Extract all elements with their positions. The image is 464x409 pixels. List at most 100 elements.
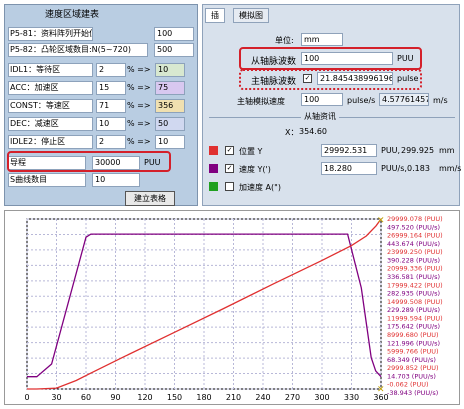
position-checkbox[interactable]: ✓ bbox=[225, 146, 234, 155]
x-tick-label: 0 bbox=[24, 393, 29, 402]
acc-input[interactable]: 15 bbox=[96, 81, 126, 95]
x-tick-label: 30 bbox=[51, 393, 61, 402]
position-value-mm: 299.925 bbox=[401, 146, 435, 155]
master-speed-unit: pulse/s bbox=[347, 96, 376, 105]
acc-result: 75 bbox=[155, 81, 185, 95]
panel-title: 速度区域建表 bbox=[45, 10, 100, 20]
row-array-start: P5-81：资料阵列开始位置 100 bbox=[8, 27, 196, 41]
position-label: 位置 Y bbox=[239, 147, 263, 156]
y-axis-label: 336.581 (PUU/s) bbox=[387, 273, 440, 281]
x-tick-label: 300 bbox=[314, 393, 329, 402]
speed-value-puu: 18.280 bbox=[321, 162, 377, 175]
dec-result: 50 bbox=[155, 117, 185, 131]
x-value: 354.60 bbox=[299, 127, 327, 136]
y-axis-label: 29999.078 (PUU) bbox=[387, 215, 443, 223]
y-axis-label: 26999.164 (PUU) bbox=[387, 232, 443, 240]
row-label: CONST：等速区 bbox=[8, 99, 93, 113]
section-title: 从轴资讯 bbox=[301, 111, 339, 122]
pct-arrow: % => bbox=[127, 119, 151, 128]
position-value-puu: 29992.531 bbox=[321, 144, 377, 157]
cam-count-input[interactable]: 500 bbox=[154, 43, 194, 57]
pct-arrow: % => bbox=[127, 101, 151, 110]
const-result: 356 bbox=[155, 99, 185, 113]
speed-unit-mm: mm/s bbox=[439, 164, 462, 173]
x-tick-label: 240 bbox=[255, 393, 270, 402]
highlight-lead bbox=[7, 151, 171, 172]
row-idl1: IDL1：等待区 2 % => 10 bbox=[8, 63, 196, 77]
tab-insert[interactable]: 插 bbox=[205, 8, 225, 23]
row-label: ACC：加速区 bbox=[8, 81, 93, 95]
row-dec: DEC：减速区 10 % => 50 bbox=[8, 117, 196, 131]
end-marker-bottom: ✕ bbox=[377, 385, 385, 395]
y-axis-label: 2999.852 (PUU) bbox=[387, 364, 439, 372]
row-cam-count: P5-82：凸轮区域数目:N(5~720) 500 bbox=[8, 43, 196, 57]
x-tick-label: 90 bbox=[110, 393, 120, 402]
y-axis-label: 17999.422 (PUU) bbox=[387, 281, 443, 289]
y-axis-label: 68.349 (PUU/s) bbox=[387, 356, 436, 364]
y-axis-label: -0.062 (PUU) bbox=[387, 381, 429, 389]
row-label: DEC：减速区 bbox=[8, 117, 93, 131]
y-axis-label: 20999.336 (PUU) bbox=[387, 265, 443, 273]
row-label: S曲线数目 bbox=[8, 173, 86, 187]
motion-chart: 0 30 60 90 120 150 180 210 240 270 300 330 360 ✕ ✕ 2999… bbox=[4, 210, 460, 405]
build-table-button[interactable]: 建立表格 bbox=[125, 191, 175, 206]
speed-unit-puu: PUU/s, bbox=[381, 164, 407, 173]
x-tick-label: 120 bbox=[137, 393, 152, 402]
y-axis-label: 229.289 (PUU/s) bbox=[387, 306, 440, 314]
y-axis-label: 443.674 (PUU/s) bbox=[387, 240, 440, 248]
speed-value-mm: 0.183 bbox=[407, 164, 430, 173]
accel-color-swatch bbox=[209, 182, 218, 191]
idle2-result: 10 bbox=[155, 135, 185, 149]
x-tick-label: 60 bbox=[81, 393, 91, 402]
y-axis-label: 5999.766 (PUU) bbox=[387, 348, 439, 356]
end-marker-top: ✕ bbox=[377, 216, 385, 226]
y-axis-label: -38.943 (PUU/s) bbox=[387, 389, 438, 397]
position-color-swatch bbox=[209, 146, 218, 155]
row-label: P5-81：资料阵列开始位置 bbox=[8, 27, 93, 41]
idl1-result: 10 bbox=[155, 63, 185, 77]
speed-color-swatch bbox=[209, 164, 218, 173]
const-input[interactable]: 71 bbox=[96, 99, 126, 113]
row-s-curve: S曲线数目 10 bbox=[8, 173, 196, 187]
y-axis-label: 390.228 (PUU/s) bbox=[387, 256, 440, 264]
motion-chart-svg: 0 30 60 90 120 150 180 210 240 270 300 330 360✕✕2999… bbox=[24, 215, 443, 402]
position-unit-puu: PUU, bbox=[381, 146, 401, 155]
highlight-master-pulse bbox=[239, 69, 422, 90]
y-axis-label: 11999.594 (PUU) bbox=[387, 314, 443, 322]
y-axis-label: 23999.250 (PUU) bbox=[387, 248, 443, 256]
idl1-input[interactable]: 2 bbox=[96, 63, 126, 77]
row-label: IDLE2：停止区 bbox=[8, 135, 93, 149]
y-axis-label: 14999.508 (PUU) bbox=[387, 298, 443, 306]
speed-checkbox[interactable]: ✓ bbox=[225, 164, 234, 173]
accel-checkbox[interactable] bbox=[225, 182, 234, 191]
accel-label: 加速度 A(") bbox=[239, 183, 281, 192]
y-axis-label: 282.935 (PUU/s) bbox=[387, 290, 440, 298]
x-tick-label: 330 bbox=[344, 393, 359, 402]
x-tick-label: 210 bbox=[226, 393, 241, 402]
array-start-input[interactable]: 100 bbox=[154, 27, 194, 41]
row-label: IDL1：等待区 bbox=[8, 63, 93, 77]
pct-arrow: % => bbox=[127, 65, 151, 74]
master-speed-label: 主轴模拟速度 bbox=[237, 97, 285, 106]
x-tick-label: 270 bbox=[285, 393, 300, 402]
master-speed-input[interactable]: 100 bbox=[301, 93, 343, 106]
pct-arrow: % => bbox=[127, 83, 151, 92]
idle2-input[interactable]: 2 bbox=[96, 135, 126, 149]
row-acc: ACC：加速区 15 % => 75 bbox=[8, 81, 196, 95]
simulation-panel: 插 模拟图 单位: mm 从轴脉波数 100 PUU 主轴脉波数 ✓ 21.84… bbox=[202, 4, 462, 206]
position-unit-mm: mm bbox=[439, 146, 455, 155]
row-const: CONST：等速区 71 % => 356 bbox=[8, 99, 196, 113]
highlight-slave-pulse bbox=[239, 47, 422, 70]
y-axis-label: 497.520 (PUU/s) bbox=[387, 223, 440, 231]
x-tick-label: 180 bbox=[196, 393, 211, 402]
dec-input[interactable]: 10 bbox=[96, 117, 126, 131]
master-speed-result: 4.577614577 bbox=[379, 93, 429, 106]
speed-label: 速度 Y(') bbox=[239, 165, 271, 174]
s-curve-input[interactable]: 10 bbox=[92, 173, 140, 187]
x-label: X： bbox=[285, 128, 299, 137]
tab-simulation[interactable]: 模拟图 bbox=[233, 8, 269, 23]
speed-zone-panel: 速度区域建表 P5-81：资料阵列开始位置 100 P5-82：凸轮区域数目:N… bbox=[4, 4, 198, 206]
unit-select[interactable]: mm bbox=[301, 33, 343, 46]
y-axis-label: 8999.680 (PUU) bbox=[387, 331, 439, 339]
y-axis-label: 175.642 (PUU/s) bbox=[387, 323, 440, 331]
